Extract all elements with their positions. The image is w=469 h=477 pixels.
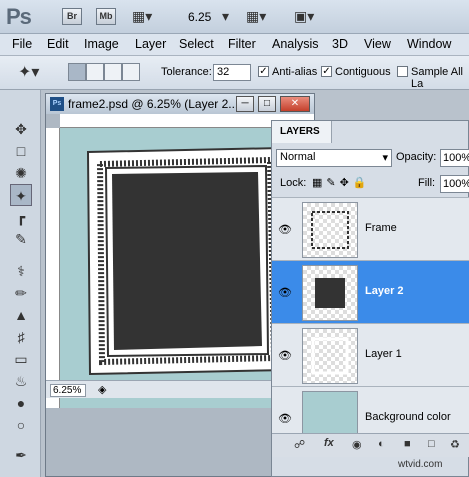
layer-row-background-color[interactable]: 👁 Background color bbox=[272, 386, 469, 433]
layer-row-frame[interactable]: 👁 Frame bbox=[272, 197, 469, 260]
new-selection-icon[interactable] bbox=[68, 63, 86, 81]
lasso-tool-icon[interactable]: ✺ bbox=[10, 162, 32, 184]
tolerance-label: Tolerance: bbox=[161, 66, 212, 78]
menu-edit[interactable]: Edit bbox=[47, 37, 69, 51]
fill-input[interactable]: 100% bbox=[440, 175, 469, 193]
layer-name: Layer 1 bbox=[365, 348, 402, 360]
opacity-label: Opacity: bbox=[396, 151, 437, 163]
magic-wand-preset-icon[interactable]: ✦▾ bbox=[18, 62, 39, 82]
eraser-tool-icon[interactable]: ▭ bbox=[10, 348, 32, 370]
dodge-tool-icon[interactable]: ○ bbox=[10, 414, 32, 436]
document-title: frame2.psd @ 6.25% (Layer 2... bbox=[68, 97, 239, 111]
photoshop-logo: Ps bbox=[6, 4, 32, 29]
magic-wand-tool-icon[interactable]: ✦ bbox=[10, 184, 32, 206]
opacity-input[interactable]: 100% bbox=[440, 149, 469, 167]
tools-panel: ✥ □ ✺ ✦ ┏ ✎ ⚕ ✏ ▲ ♯ ▭ ♨ ● ○ ✒ bbox=[0, 90, 41, 477]
document-title-bar[interactable]: Ps frame2.psd @ 6.25% (Layer 2... ─ □ ✕ bbox=[46, 94, 314, 114]
trash-icon[interactable]: ♻ bbox=[450, 438, 460, 451]
menu-view[interactable]: View bbox=[364, 37, 391, 51]
tolerance-input[interactable]: 32 bbox=[213, 64, 251, 81]
healing-brush-tool-icon[interactable]: ⚕ bbox=[10, 260, 32, 282]
layer-name: Frame bbox=[365, 222, 397, 234]
menu-3d[interactable]: 3D bbox=[332, 37, 348, 51]
options-bar: ✦▾ Tolerance: 32 ✓ Anti-alias ✓ Contiguo… bbox=[0, 56, 469, 90]
adjustment-icon[interactable]: ◐ bbox=[378, 438, 385, 450]
blur-tool-icon[interactable]: ● bbox=[10, 392, 32, 414]
mask-icon[interactable]: ◉ bbox=[352, 438, 362, 451]
intersect-selection-icon[interactable] bbox=[122, 63, 140, 81]
blend-mode-value: Normal bbox=[280, 151, 316, 163]
layer-row-layer-1[interactable]: 👁 Layer 1 bbox=[272, 323, 469, 386]
layers-panel: LAYERS Normal ▾ Opacity: 100% Lock: ▦✎✥🔒… bbox=[271, 120, 469, 477]
vertical-ruler bbox=[46, 128, 60, 408]
view-extras-icon[interactable]: ▦▾ bbox=[132, 8, 162, 26]
layer-thumbnail bbox=[302, 328, 358, 384]
menu-filter[interactable]: Filter bbox=[228, 37, 256, 51]
menu-bar: File Edit Image Layer Select Filter Anal… bbox=[0, 34, 469, 56]
eye-icon[interactable]: 👁 bbox=[278, 286, 292, 299]
pen-tool-icon[interactable]: ✒ bbox=[10, 444, 32, 466]
link-icon[interactable]: ☍ bbox=[294, 438, 305, 451]
brush-tool-icon[interactable]: ✏ bbox=[10, 282, 32, 304]
chevron-down-icon: ▾ bbox=[382, 152, 388, 164]
sample-all-layers-checkbox[interactable] bbox=[397, 66, 408, 77]
add-to-selection-icon[interactable] bbox=[86, 63, 104, 81]
status-info-icon[interactable]: ◈ bbox=[98, 383, 106, 396]
close-button[interactable]: ✕ bbox=[280, 96, 310, 112]
screen-mode-icon[interactable]: ▣▾ bbox=[294, 8, 324, 26]
antialias-label: Anti-alias bbox=[272, 66, 318, 78]
lock-icons[interactable]: ▦✎✥🔒 bbox=[312, 176, 371, 189]
layer-thumbnail bbox=[302, 265, 358, 321]
layers-footer: ☍ fx ◉ ◐ ■ □ ♻ bbox=[272, 433, 469, 457]
fill-label: Fill: bbox=[418, 177, 436, 189]
crop-tool-icon[interactable]: ┏ bbox=[10, 206, 32, 228]
contiguous-label: Contiguous bbox=[335, 66, 391, 78]
history-brush-tool-icon[interactable]: ♯ bbox=[10, 326, 32, 348]
antialias-checkbox[interactable]: ✓ bbox=[258, 66, 269, 77]
lock-label: Lock: bbox=[280, 177, 307, 189]
eyedropper-tool-icon[interactable]: ✎ bbox=[10, 228, 32, 250]
sample-all-layers-label: Sample All La bbox=[411, 66, 463, 90]
menu-layer[interactable]: Layer bbox=[135, 37, 166, 51]
subtract-selection-icon[interactable] bbox=[104, 63, 122, 81]
layer-name: Layer 2 bbox=[365, 285, 404, 297]
clone-stamp-tool-icon[interactable]: ▲ bbox=[10, 304, 32, 326]
group-icon[interactable]: ■ bbox=[404, 438, 411, 450]
layer-thumbnail bbox=[302, 202, 358, 258]
application-bar: Ps Br Mb ▦▾ 6.25 ▾ ▦▾ ▣▾ bbox=[0, 0, 469, 34]
minimize-button[interactable]: ─ bbox=[236, 96, 254, 112]
mini-bridge-button[interactable]: Mb bbox=[96, 8, 116, 25]
maximize-button[interactable]: □ bbox=[258, 96, 276, 112]
bridge-button[interactable]: Br bbox=[62, 8, 82, 25]
layer-thumbnail bbox=[302, 391, 358, 433]
fx-icon[interactable]: fx bbox=[324, 437, 334, 449]
move-tool-icon[interactable]: ✥ bbox=[10, 118, 32, 140]
marquee-tool-icon[interactable]: □ bbox=[10, 140, 32, 162]
watermark: wtvid.com bbox=[398, 459, 443, 470]
document-ps-icon: Ps bbox=[50, 97, 64, 111]
layers-tab[interactable]: LAYERS bbox=[272, 121, 332, 143]
menu-image[interactable]: Image bbox=[84, 37, 119, 51]
arrange-documents-icon[interactable]: ▦▾ bbox=[246, 8, 276, 26]
menu-file[interactable]: File bbox=[12, 37, 32, 51]
paint-bucket-tool-icon[interactable]: ♨ bbox=[10, 370, 32, 392]
menu-select[interactable]: Select bbox=[179, 37, 214, 51]
eye-icon[interactable]: 👁 bbox=[278, 349, 292, 362]
menu-window[interactable]: Window bbox=[407, 37, 451, 51]
zoom-level-select[interactable]: 6.25 bbox=[188, 10, 211, 24]
layer-name: Background color bbox=[365, 411, 451, 423]
eye-icon[interactable]: 👁 bbox=[278, 412, 292, 425]
eye-icon[interactable]: 👁 bbox=[278, 223, 292, 236]
contiguous-checkbox[interactable]: ✓ bbox=[321, 66, 332, 77]
blend-mode-select[interactable]: Normal ▾ bbox=[276, 149, 392, 167]
menu-analysis[interactable]: Analysis bbox=[272, 37, 319, 51]
new-layer-icon[interactable]: □ bbox=[428, 438, 435, 450]
layer-row-layer-2[interactable]: 👁 Layer 2 bbox=[272, 260, 469, 323]
zoom-status-field[interactable]: 6.25% bbox=[50, 384, 86, 397]
